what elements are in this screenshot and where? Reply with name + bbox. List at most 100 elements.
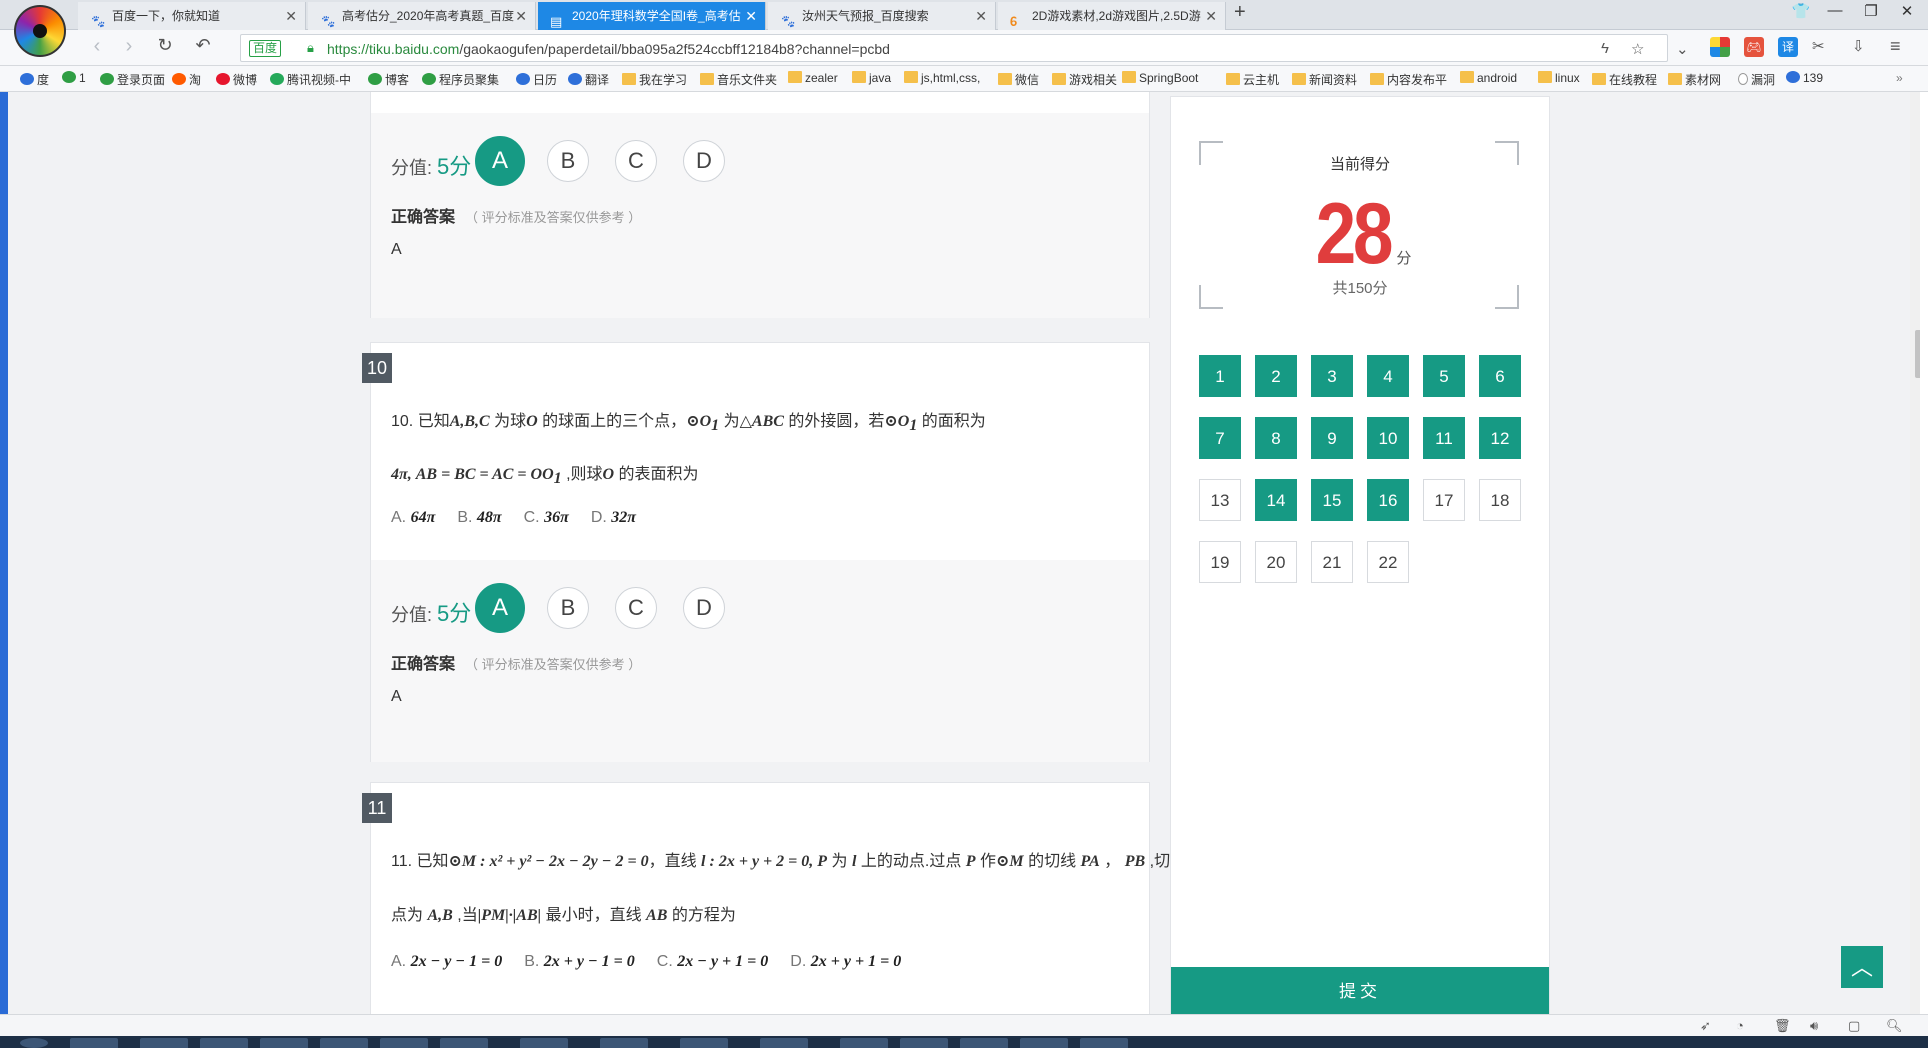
chevron-down-icon[interactable]: ⌄ — [1676, 40, 1689, 58]
scroll-to-top-button[interactable]: ︿ — [1841, 946, 1883, 988]
taskbar-item[interactable] — [200, 1038, 248, 1048]
taskbar-item[interactable] — [520, 1038, 568, 1048]
restore-button[interactable]: ❐ — [1856, 2, 1886, 20]
taskbar-item[interactable] — [140, 1038, 188, 1048]
vertical-scrollbar[interactable] — [1910, 92, 1920, 1014]
scrollbar-thumb[interactable] — [1915, 330, 1920, 378]
question-nav-button[interactable]: 6 — [1479, 355, 1521, 397]
question-nav-button[interactable]: 19 — [1199, 541, 1241, 583]
close-tab-icon[interactable]: ✕ — [285, 2, 297, 30]
bookmark-item[interactable]: 登录页面 — [100, 71, 165, 88]
bookmark-item[interactable]: 度 — [20, 71, 49, 88]
bookmark-item[interactable]: 云主机 — [1226, 71, 1279, 88]
close-tab-icon[interactable]: ✕ — [745, 2, 757, 30]
question-nav-button[interactable]: 14 — [1255, 479, 1297, 521]
browser-logo-icon[interactable] — [14, 5, 66, 57]
bookmark-item[interactable]: android — [1460, 71, 1517, 85]
zoom-icon[interactable]: 🔍︎ — [1886, 1018, 1903, 1034]
scissors-icon[interactable]: ✂ — [1812, 37, 1825, 55]
tab[interactable]: 🐾︎ 高考估分_2020年高考真题_百度 ✕ — [308, 2, 536, 30]
bookmark-item[interactable]: 微信 — [998, 71, 1039, 88]
question-nav-button[interactable]: 5 — [1423, 355, 1465, 397]
reload-button[interactable]: ↻ — [152, 35, 178, 56]
start-button[interactable] — [20, 1038, 48, 1048]
translate-icon[interactable]: 译 — [1778, 37, 1798, 57]
star-icon[interactable]: ☆ — [1631, 40, 1644, 58]
bookmark-item[interactable]: zealer — [788, 71, 838, 85]
trash-icon[interactable]: 🗑︎ — [1774, 1018, 1791, 1034]
tab[interactable]: 🐾︎ 百度一下，你就知道 ✕ — [78, 2, 306, 30]
option-d-button[interactable]: D — [683, 587, 725, 629]
option-a-button[interactable]: A — [475, 136, 525, 186]
option-c-button[interactable]: C — [615, 587, 657, 629]
bookmark-item[interactable]: 程序员聚集 — [422, 71, 499, 88]
option-b-button[interactable]: B — [547, 587, 589, 629]
url-field[interactable]: 百度 🔒︎ https://tiku.baidu.com/gaokaogufen… — [240, 34, 1668, 62]
close-tab-icon[interactable]: ✕ — [1205, 2, 1217, 30]
question-nav-button[interactable]: 15 — [1311, 479, 1353, 521]
bookmark-item[interactable]: 淘 — [172, 71, 201, 88]
taskbar-item[interactable] — [900, 1038, 948, 1048]
lightning-icon[interactable]: ϟ — [1601, 40, 1609, 57]
taskbar-item[interactable] — [260, 1038, 308, 1048]
skin-icon[interactable]: 👕 — [1786, 2, 1816, 20]
more-bookmarks-icon[interactable]: » — [1896, 71, 1903, 85]
question-nav-button[interactable]: 11 — [1423, 417, 1465, 459]
game-icon[interactable]: 🎮︎ — [1744, 37, 1764, 57]
question-nav-button[interactable]: 22 — [1367, 541, 1409, 583]
bookmark-item[interactable]: 139 — [1786, 71, 1823, 85]
taskbar-item[interactable] — [600, 1038, 648, 1048]
tab[interactable]: ▤ 2020年理科数学全国I卷_高考估 ✕ — [538, 2, 766, 30]
question-nav-button[interactable]: 21 — [1311, 541, 1353, 583]
apps-icon[interactable] — [1710, 37, 1730, 57]
speed-icon[interactable]: ◔ — [1736, 1018, 1744, 1033]
question-nav-button[interactable]: 2 — [1255, 355, 1297, 397]
submit-button[interactable]: 提交 — [1171, 967, 1549, 1017]
option-c-button[interactable]: C — [615, 140, 657, 182]
taskbar-item[interactable] — [380, 1038, 428, 1048]
question-nav-button[interactable]: 1 — [1199, 355, 1241, 397]
forward-button[interactable]: › — [116, 35, 142, 58]
question-nav-button[interactable]: 10 — [1367, 417, 1409, 459]
bookmark-item[interactable]: 素材网 — [1668, 71, 1721, 88]
undo-close-button[interactable]: ↶ — [190, 35, 216, 56]
menu-icon[interactable]: ≡ — [1890, 36, 1901, 57]
taskbar-item[interactable] — [320, 1038, 368, 1048]
bookmark-item[interactable]: 内容发布平 — [1370, 71, 1447, 88]
option-b-button[interactable]: B — [547, 140, 589, 182]
bookmark-item[interactable]: SpringBoot — [1122, 71, 1198, 85]
tab[interactable]: 🐾︎ 汝州天气预报_百度搜索 ✕ — [768, 2, 996, 30]
bookmark-item[interactable]: 博客 — [368, 71, 409, 88]
taskbar-item[interactable] — [440, 1038, 488, 1048]
bookmark-item[interactable]: js,html,css, — [904, 71, 980, 85]
tab[interactable]: 𝟔 2D游戏素材,2d游戏图片,2.5D游 ✕ — [998, 2, 1226, 30]
security-badge[interactable]: 百度 — [249, 40, 282, 57]
close-window-button[interactable]: ✕ — [1892, 2, 1922, 20]
back-button[interactable]: ‹ — [84, 35, 110, 58]
question-nav-button[interactable]: 3 — [1311, 355, 1353, 397]
option-d-button[interactable]: D — [683, 140, 725, 182]
bookmark-item[interactable]: 游戏相关 — [1052, 71, 1117, 88]
taskbar-item[interactable] — [960, 1038, 1008, 1048]
volume-icon[interactable]: 🔊︎ — [1810, 1018, 1818, 1034]
close-tab-icon[interactable]: ✕ — [975, 2, 987, 30]
bookmark-item[interactable]: 在线教程 — [1592, 71, 1657, 88]
bookmark-item[interactable]: 我在学习 — [622, 71, 687, 88]
taskbar-item[interactable] — [680, 1038, 728, 1048]
question-nav-button[interactable]: 13 — [1199, 479, 1241, 521]
question-nav-button[interactable]: 8 — [1255, 417, 1297, 459]
question-nav-button[interactable]: 18 — [1479, 479, 1521, 521]
bookmark-item[interactable]: 音乐文件夹 — [700, 71, 777, 88]
minimize-button[interactable]: — — [1820, 2, 1850, 19]
taskbar-item[interactable] — [840, 1038, 888, 1048]
question-nav-button[interactable]: 12 — [1479, 417, 1521, 459]
option-a-button[interactable]: A — [475, 583, 525, 633]
question-nav-button[interactable]: 20 — [1255, 541, 1297, 583]
bookmark-item[interactable]: 漏洞 — [1738, 71, 1775, 88]
bookmark-item[interactable]: 新闻资料 — [1292, 71, 1357, 88]
question-nav-button[interactable]: 9 — [1311, 417, 1353, 459]
url-text[interactable]: https://tiku.baidu.com/gaokaogufen/paper… — [327, 41, 890, 57]
new-tab-button[interactable]: + — [1234, 1, 1246, 24]
taskbar-item[interactable] — [1080, 1038, 1128, 1048]
question-nav-button[interactable]: 7 — [1199, 417, 1241, 459]
